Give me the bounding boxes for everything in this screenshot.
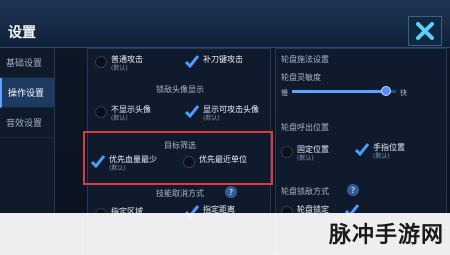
sidebar-item-basic[interactable]: 基础设置 xyxy=(0,48,54,78)
sensitivity-slider[interactable] xyxy=(292,86,396,96)
highlight-box xyxy=(83,131,273,185)
sidebar-item-controls[interactable]: 操作设置 xyxy=(0,78,54,108)
slider-fill xyxy=(292,90,386,93)
section-joystick-title: 轮盘施法设置 xyxy=(281,55,329,64)
help-icon[interactable]: ? xyxy=(225,186,237,198)
settings-window: 设置 基础设置 操作设置 音效设置 普通攻击 (默认) 补刀键攻击 锁敌头像显示… xyxy=(0,0,450,255)
option-normal-attack[interactable]: 普通攻击 (默认) xyxy=(95,54,143,73)
option-finger-position[interactable]: 手指位置 (默认) xyxy=(355,142,405,161)
help-icon[interactable]: ? xyxy=(347,184,359,196)
option-show-avatar[interactable]: 显示可攻击头像 (默认) xyxy=(185,104,259,123)
option-fixed-position[interactable]: 固定位置 (默认) xyxy=(281,144,329,163)
sidebar-item-sound[interactable]: 音效设置 xyxy=(0,108,54,138)
sensitivity-label: 轮盘灵敏度 xyxy=(281,73,321,82)
slider-knob[interactable] xyxy=(380,86,391,96)
section-position-title: 轮盘呼出位置 xyxy=(281,123,329,132)
section-skill-title: 技能取消方式 xyxy=(156,189,204,198)
checkmark-icon xyxy=(185,105,199,118)
radio-icon xyxy=(95,106,107,118)
slider-slow-label: 慢 xyxy=(281,89,288,97)
close-icon xyxy=(416,22,434,40)
title-bar: 设置 xyxy=(0,0,450,48)
radio-icon xyxy=(281,146,293,158)
option-lasthit-attack[interactable]: 补刀键攻击 xyxy=(185,54,243,68)
slider-fast-label: 快 xyxy=(400,89,407,97)
option-hide-avatar[interactable]: 不显示头像 (默认) xyxy=(95,104,151,123)
section-lock-title: 轮盘锁敌方式 xyxy=(281,187,329,196)
close-button[interactable] xyxy=(408,16,442,46)
radio-icon xyxy=(95,56,107,68)
watermark-text: 脉冲手游网 xyxy=(328,223,444,248)
checkmark-icon xyxy=(185,55,199,68)
section-avatar-title: 锁敌头像显示 xyxy=(156,85,204,94)
checkmark-icon xyxy=(355,143,369,156)
page-title: 设置 xyxy=(8,25,36,41)
